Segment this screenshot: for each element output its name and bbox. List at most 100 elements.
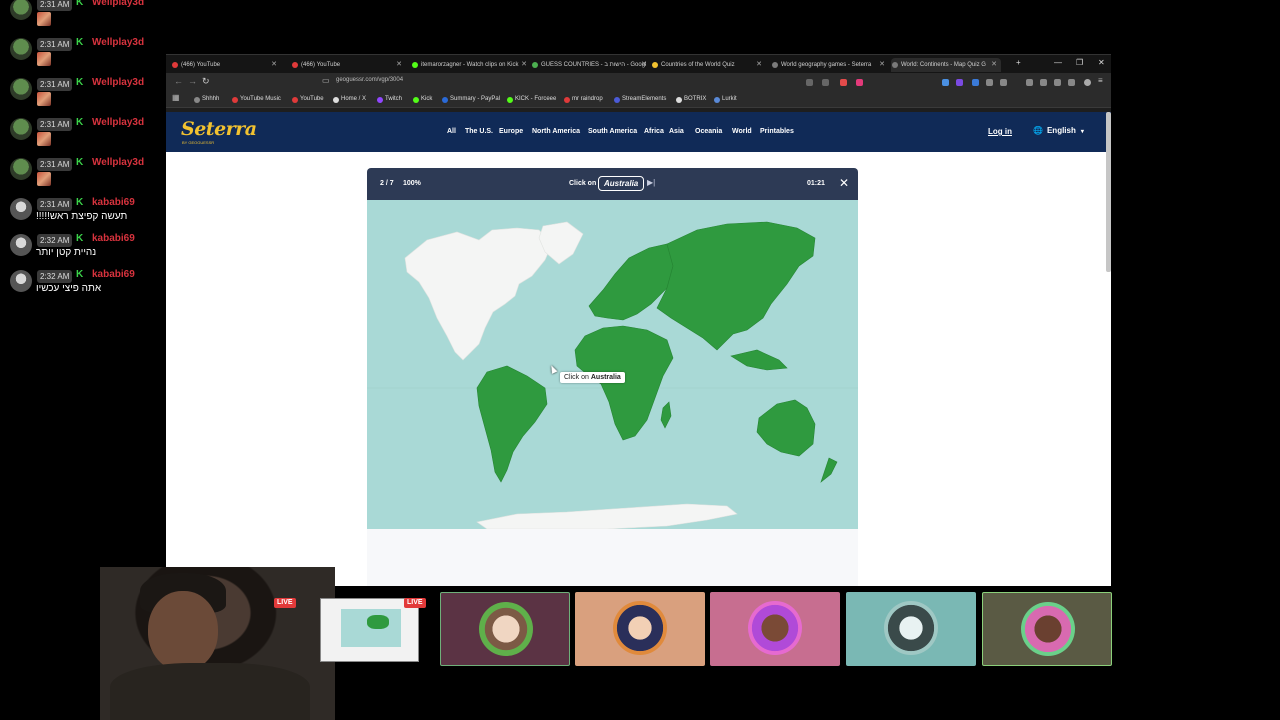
tab-favicon-icon <box>532 62 538 68</box>
tab-close-icon[interactable]: ✕ <box>396 58 402 72</box>
browser-tab[interactable]: (466) YouTube ✕ <box>291 58 406 72</box>
extension-icon[interactable] <box>822 79 829 86</box>
bookmark-item[interactable]: Summary - PayPal <box>442 96 500 103</box>
menu-icon[interactable]: ≡ <box>1098 76 1103 85</box>
nav-link[interactable]: Oceania <box>695 128 722 135</box>
new-zealand[interactable] <box>820 457 838 483</box>
extension-icon[interactable] <box>972 79 979 86</box>
collections-icon[interactable] <box>1054 79 1061 86</box>
browser-tab[interactable]: GUESS COUNTRIES - הישות ב - Googl ✕ <box>531 58 651 72</box>
tab-favicon-icon <box>292 62 298 68</box>
downloads-icon[interactable] <box>1068 79 1075 86</box>
continent-antarctica[interactable] <box>476 503 738 530</box>
extension-icon[interactable] <box>1000 79 1007 86</box>
nav-link[interactable]: South America <box>588 128 637 135</box>
extension-icon[interactable] <box>956 79 963 86</box>
bookmark-favicon-icon <box>232 97 238 103</box>
nav-link[interactable]: Africa <box>644 128 664 135</box>
bookmark-item[interactable]: Lurkit <box>714 96 737 103</box>
bookmark-item[interactable]: BOTRIX <box>676 96 706 103</box>
chat-username[interactable]: Wellplay3d <box>92 117 144 128</box>
chat-username[interactable]: kababi69 <box>92 233 135 244</box>
kick-badge-icon: K <box>76 0 84 8</box>
bookmark-item[interactable]: mr raindrop <box>564 96 603 103</box>
nav-link[interactable]: North America <box>532 128 580 135</box>
music-icon[interactable] <box>1026 79 1033 86</box>
browser-tab[interactable]: Countries of the World Quiz ✕ <box>651 58 766 72</box>
reload-icon[interactable]: ↻ <box>202 76 210 87</box>
chat-username[interactable]: Wellplay3d <box>92 0 144 8</box>
bookmark-item[interactable]: YouTube Music <box>232 96 281 103</box>
bookmark-label: YouTube Music <box>240 96 281 102</box>
kick-badge-icon: K <box>76 77 84 88</box>
address-bar: ← → ↻ ▭ geoguessr.com/vgp/3004 ≡ <box>166 73 1111 92</box>
nav-link[interactable]: Asia <box>669 128 684 135</box>
live-badge: LIVE <box>274 598 296 608</box>
close-window-button[interactable]: ✕ <box>1098 58 1105 67</box>
continent-australia[interactable] <box>756 399 816 457</box>
viewer-tile <box>440 592 570 666</box>
back-icon[interactable]: ← <box>174 76 183 86</box>
tab-close-icon[interactable]: ✕ <box>641 58 647 72</box>
chat-username[interactable]: kababi69 <box>92 197 135 208</box>
browser-window: (466) YouTube ✕ (466) YouTube ✕ itemarorzagn… <box>166 54 1111 586</box>
close-icon[interactable]: ✕ <box>839 176 849 190</box>
chat-username[interactable]: Wellplay3d <box>92 77 144 88</box>
extension-icon[interactable] <box>942 79 949 86</box>
tab-close-icon[interactable]: ✕ <box>521 58 527 72</box>
bookmark-item[interactable]: StreamElements <box>614 96 666 103</box>
chat-username[interactable]: kababi69 <box>92 269 135 280</box>
apps-icon[interactable]: ▦ <box>172 93 180 102</box>
southeast-asia-islands[interactable] <box>730 349 788 371</box>
bookmark-page-icon[interactable]: ▭ <box>322 76 330 85</box>
site-logo[interactable]: Seterra <box>181 118 257 140</box>
chat-message: 2:32 AM Kkababi69 נהיית קטן יותר <box>0 228 165 264</box>
continent-north-america[interactable] <box>404 227 553 361</box>
nav-link[interactable]: Europe <box>499 128 523 135</box>
restore-button[interactable]: ❐ <box>1076 58 1083 67</box>
world-map-svg[interactable] <box>367 200 858 530</box>
extension-icon[interactable] <box>986 79 993 86</box>
bookmark-favicon-icon <box>292 97 298 103</box>
bookmark-item[interactable]: KICK - Forceee <box>507 96 556 103</box>
extension-icon[interactable] <box>840 79 847 86</box>
language-selector[interactable]: 🌐 English ▾ <box>1033 126 1084 135</box>
nav-link[interactable]: The U.S. <box>465 128 493 135</box>
forward-icon[interactable]: → <box>188 76 197 86</box>
tab-close-icon[interactable]: ✕ <box>991 58 997 72</box>
sidebar-icon[interactable] <box>1040 79 1047 86</box>
browser-tab[interactable]: World: Continents - Map Quiz G ✕ <box>891 58 1001 72</box>
browser-tab[interactable]: (466) YouTube ✕ <box>171 58 281 72</box>
bookmark-item[interactable]: Twitch <box>377 96 402 103</box>
chat-username[interactable]: Wellplay3d <box>92 37 144 48</box>
browser-tab[interactable]: World geography games - Seterra ✕ <box>771 58 889 72</box>
tab-close-icon[interactable]: ✕ <box>879 58 885 72</box>
page-scrollbar[interactable] <box>1106 112 1111 272</box>
profile-icon[interactable] <box>1084 79 1091 86</box>
extension-icon[interactable] <box>856 79 863 86</box>
tab-close-icon[interactable]: ✕ <box>271 58 277 72</box>
nav-link[interactable]: Printables <box>760 128 794 135</box>
login-link[interactable]: Log in <box>988 127 1012 136</box>
continent-south-america[interactable] <box>476 365 548 483</box>
bookmark-item[interactable]: Kick <box>413 96 432 103</box>
bookmark-item[interactable]: Shhhh <box>194 96 219 103</box>
madagascar[interactable] <box>660 401 672 429</box>
new-tab-button[interactable]: + <box>1016 58 1021 67</box>
continent-africa[interactable] <box>574 325 674 441</box>
chat-avatar <box>10 118 32 140</box>
bookmark-item[interactable]: Home / X <box>333 96 366 103</box>
tab-favicon-icon <box>652 62 658 68</box>
nav-link[interactable]: All <box>447 128 456 135</box>
minimize-button[interactable]: — <box>1054 58 1062 67</box>
skip-icon[interactable]: ▶| <box>647 178 655 187</box>
url-field[interactable]: geoguessr.com/vgp/3004 <box>336 77 403 83</box>
continent-asia[interactable] <box>656 221 816 351</box>
world-map[interactable]: Click on Australia <box>367 200 858 530</box>
tab-close-icon[interactable]: ✕ <box>756 58 762 72</box>
chat-username[interactable]: Wellplay3d <box>92 157 144 168</box>
extension-icon[interactable] <box>806 79 813 86</box>
browser-tab[interactable]: itemarorzagner - Watch clips on Kick ✕ <box>411 58 531 72</box>
nav-link[interactable]: World <box>732 128 752 135</box>
bookmark-item[interactable]: YouTube <box>292 96 324 103</box>
